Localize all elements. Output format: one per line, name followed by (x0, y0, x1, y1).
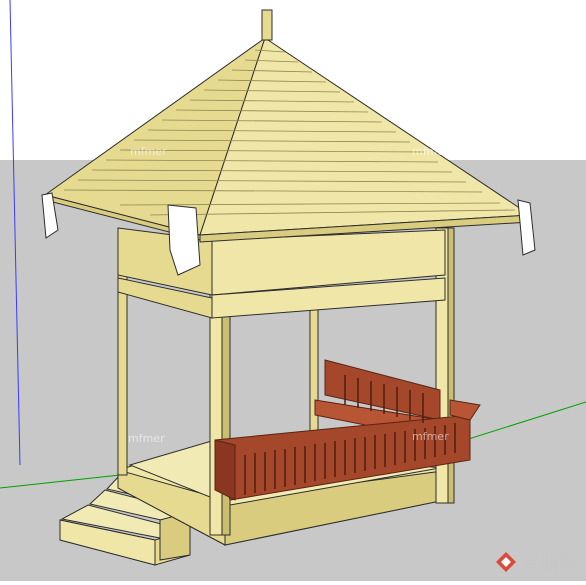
logo-icon (496, 552, 516, 572)
site-logo: 定鼎网 (495, 549, 578, 575)
watermark-bottom-right: mfmer (412, 430, 449, 443)
pavilion-drawing (0, 0, 586, 581)
watermark-right: mfmer (412, 145, 449, 158)
logo-text: 定鼎网 (521, 553, 578, 574)
watermark-left: mfmer (130, 145, 167, 158)
roof-finial (261, 9, 273, 41)
watermark-bottom-left: mfmer (128, 432, 165, 445)
model-viewport[interactable]: mfmer mfmer mfmer mfmer 定鼎网 (0, 0, 586, 581)
